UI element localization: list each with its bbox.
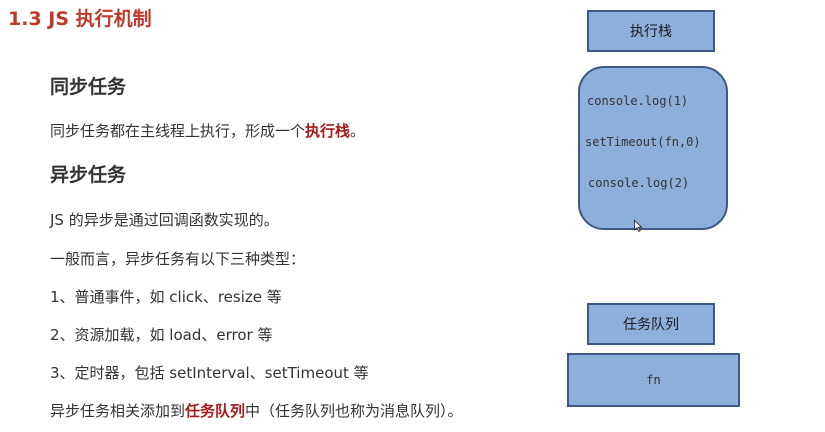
sync-desc-suffix: 。 bbox=[350, 122, 366, 140]
async-line-1: JS 的异步是通过回调函数实现的。 bbox=[50, 211, 279, 229]
stack-item: console.log(2) bbox=[588, 176, 690, 190]
async-line-2: 一般而言，异步任务有以下三种类型： bbox=[50, 250, 306, 268]
queue-item: fn bbox=[646, 373, 661, 387]
execution-stack-label-box: 执行栈 bbox=[587, 10, 715, 52]
async-line-5: 3、定时器，包括 setInterval、setTimeout 等 bbox=[50, 364, 369, 382]
async-line-6: 异步任务相关添加到任务队列中（任务队列也称为消息队列）。 bbox=[50, 400, 463, 421]
async-line-4: 2、资源加载，如 load、error 等 bbox=[50, 326, 273, 344]
async-task-heading: 异步任务 bbox=[50, 164, 127, 186]
execution-stack-box: console.log(1) setTimeout(fn,0) console.… bbox=[578, 66, 728, 230]
sync-task-heading: 同步任务 bbox=[50, 76, 127, 98]
async-line-3: 1、普通事件，如 click、resize 等 bbox=[50, 288, 282, 306]
sync-desc-text: 同步任务都在主线程上执行，形成一个 bbox=[50, 122, 306, 140]
async-line-6-suffix: 中（任务队列也称为消息队列）。 bbox=[245, 402, 463, 420]
sync-task-description: 同步任务都在主线程上执行，形成一个执行栈。 bbox=[50, 120, 365, 141]
slide-title: 1.3 JS 执行机制 bbox=[8, 8, 152, 30]
execution-stack-label: 执行栈 bbox=[630, 24, 672, 40]
task-queue-box: fn bbox=[567, 353, 740, 407]
async-line-6-text: 异步任务相关添加到 bbox=[50, 402, 186, 420]
stack-item: console.log(1) bbox=[587, 94, 689, 108]
mouse-pointer-icon bbox=[634, 220, 643, 232]
task-queue-label-box: 任务队列 bbox=[587, 303, 715, 345]
sync-desc-highlight: 执行栈 bbox=[305, 122, 351, 140]
stack-item: setTimeout(fn,0) bbox=[585, 135, 701, 149]
async-line-6-highlight: 任务队列 bbox=[185, 402, 246, 420]
task-queue-label: 任务队列 bbox=[623, 317, 679, 333]
